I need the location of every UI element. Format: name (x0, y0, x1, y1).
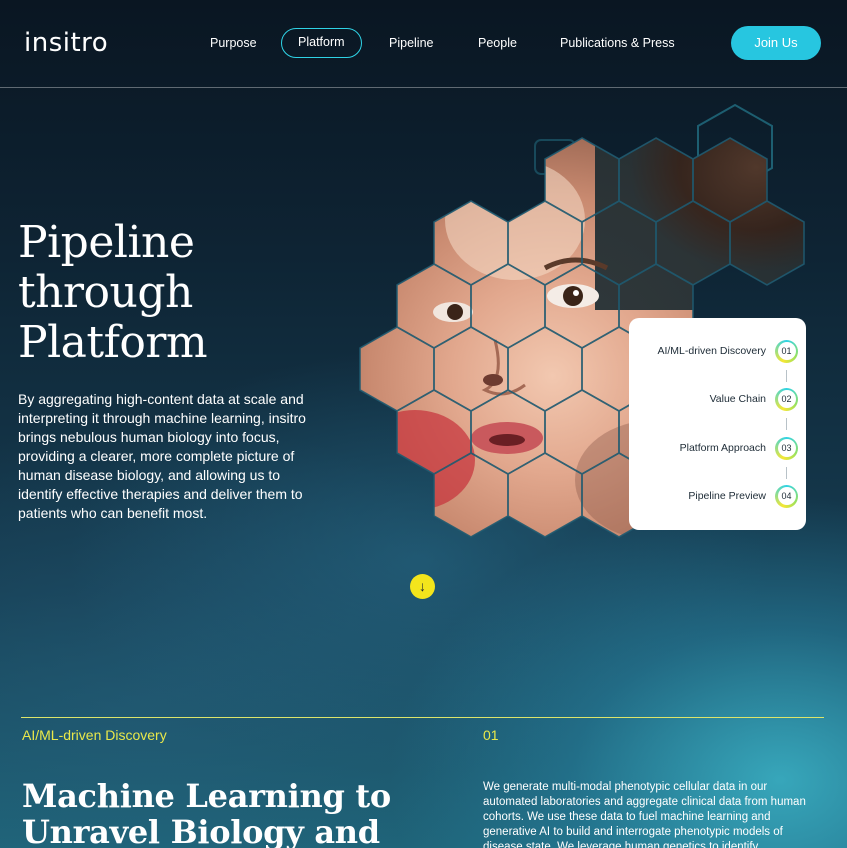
nav-purpose[interactable]: Purpose (210, 28, 257, 58)
nav-platform[interactable]: Platform (281, 28, 362, 58)
step-connector (786, 370, 787, 382)
step-ai-ml-discovery[interactable]: AI/ML-driven Discovery 01 (657, 339, 798, 363)
step-number: 03 (777, 439, 796, 457)
section-body: We generate multi-modal phenotypic cellu… (483, 781, 806, 848)
step-number: 04 (777, 487, 796, 505)
step-number: 01 (777, 342, 796, 360)
step-connector (786, 418, 787, 430)
hero-description: By aggregating high-content data at scal… (18, 391, 306, 521)
section-heading: Machine Learning to Unravel Biology and (22, 777, 391, 848)
step-value-chain[interactable]: Value Chain 02 (710, 387, 798, 411)
step-label: AI/ML-driven Discovery (657, 345, 766, 357)
site-header: insitro Purpose Platform Pipeline People… (0, 0, 847, 88)
step-connector (786, 467, 787, 479)
step-platform-approach[interactable]: Platform Approach 03 (680, 436, 798, 460)
arrow-down-icon[interactable]: ↓ (410, 574, 435, 599)
nav-people[interactable]: People (478, 28, 517, 58)
step-number-badge: 03 (775, 436, 798, 460)
step-label: Platform Approach (679, 442, 766, 454)
step-number-badge: 02 (775, 387, 798, 411)
nav-publications-press[interactable]: Publications & Press (560, 28, 675, 58)
step-number: 02 (777, 390, 796, 408)
steps-navigation-card: AI/ML-driven Discovery 01 Value Chain 02… (629, 318, 806, 530)
step-label: Pipeline Preview (688, 490, 766, 502)
section-label: AI/ML-driven Discovery (22, 727, 167, 743)
logo-text: insitro (24, 28, 109, 58)
step-number-badge: 04 (775, 484, 798, 508)
step-label: Value Chain (709, 393, 766, 405)
nav-pipeline[interactable]: Pipeline (389, 28, 433, 58)
join-us-button[interactable]: Join Us (731, 26, 821, 60)
section-divider (21, 717, 824, 718)
step-pipeline-preview[interactable]: Pipeline Preview 04 (688, 484, 798, 508)
insitro-logo[interactable]: insitro (24, 28, 108, 58)
hero-title: Pipeline through Platform (18, 217, 208, 368)
section-number: 01 (483, 727, 499, 743)
step-number-badge: 01 (775, 339, 798, 363)
